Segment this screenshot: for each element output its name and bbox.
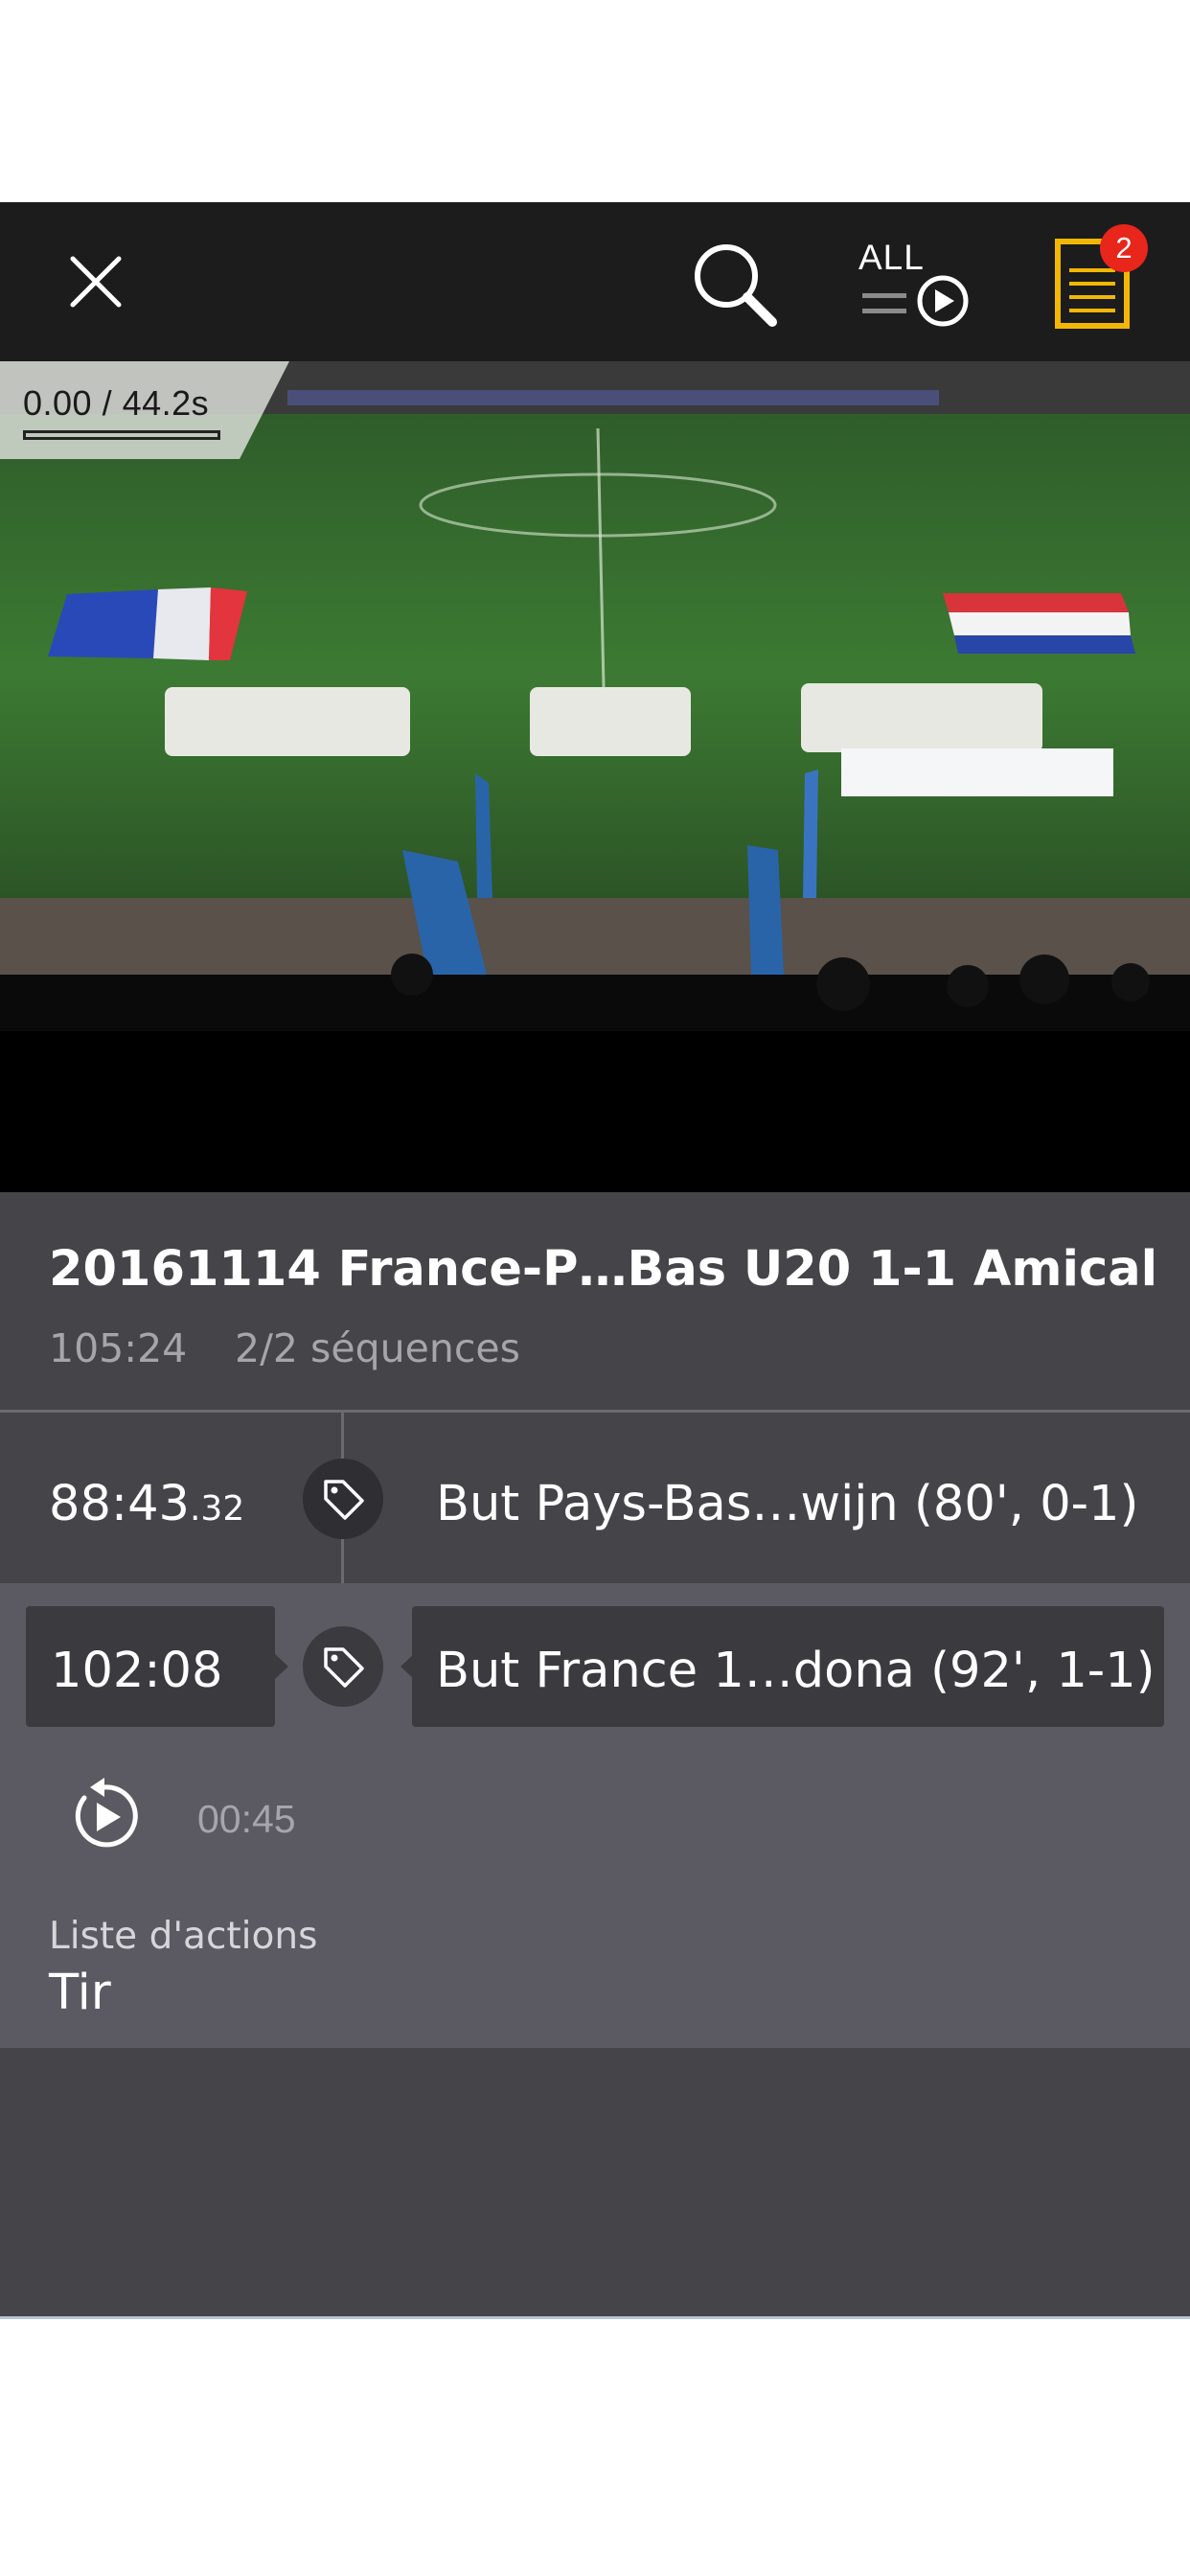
search-icon[interactable] (688, 238, 784, 334)
playback-progress-bar[interactable] (23, 430, 220, 440)
timeline-connector (341, 1413, 344, 1459)
play-all-button[interactable]: ALL (858, 234, 973, 330)
box-pointer (275, 1654, 288, 1679)
top-bar (0, 202, 1190, 361)
sequence-label: But Pays-Bas…wijn (80', 0-1) (436, 1476, 1139, 1532)
tag-icon[interactable] (303, 1459, 383, 1539)
actions-list-label: Liste d'actions (49, 1915, 318, 1958)
match-info-panel (0, 1192, 1190, 1412)
sequence-time: 102:08 (51, 1643, 223, 1699)
sequence-count: 2/2 séquences (235, 1325, 520, 1371)
empty-list-area (0, 2048, 1190, 2316)
notes-count-badge: 2 (1100, 224, 1148, 272)
actions-list-value: Tir (49, 1965, 111, 2021)
playback-time: 0.00 / 44.2s (23, 383, 210, 423)
video-letterbox (0, 1031, 1190, 1192)
sequence-label: But France 1…dona (92', 1-1) (436, 1643, 1156, 1699)
playlist-play-icon (862, 275, 969, 327)
stadium-video-frame (0, 361, 1190, 1031)
video-player[interactable] (0, 361, 1190, 1031)
bottom-edge (0, 2316, 1190, 2319)
sequence-time-main: 88:43 (49, 1476, 190, 1532)
replay-duration: 00:45 (197, 1797, 296, 1841)
replay-icon[interactable] (63, 1775, 146, 1857)
timeline-connector (341, 1539, 344, 1583)
close-icon[interactable] (59, 245, 132, 318)
tag-icon[interactable] (303, 1626, 383, 1707)
match-duration: 105:24 (49, 1325, 188, 1371)
sequence-time: 88:43.32 (49, 1476, 244, 1532)
sequence-time-fraction: .32 (189, 1489, 245, 1529)
match-title: 20161114 France-P…Bas U20 1-1 Amical (49, 1241, 1158, 1298)
